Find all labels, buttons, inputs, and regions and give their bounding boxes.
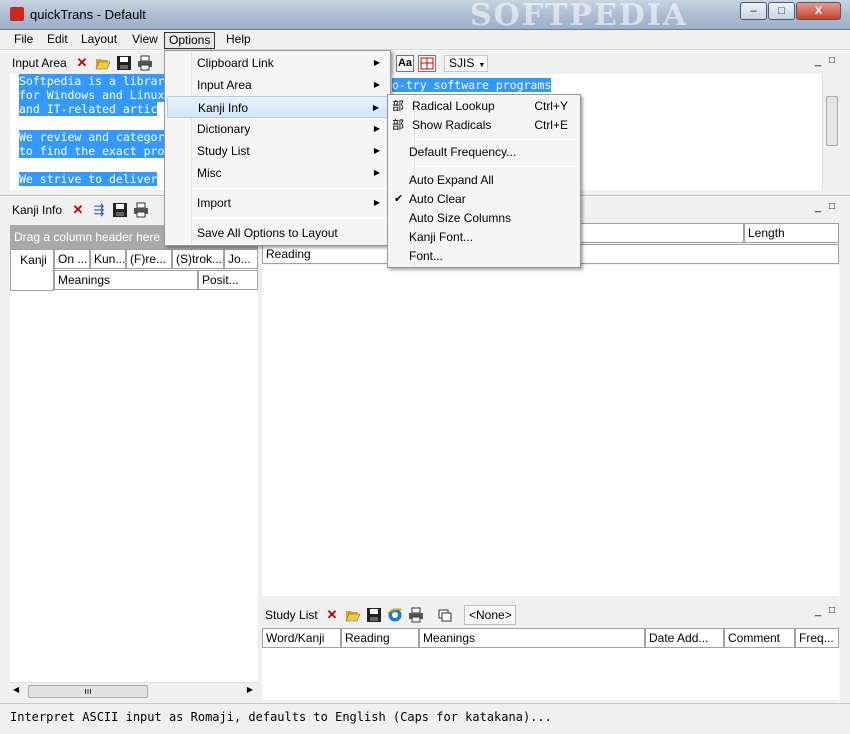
panel-maximize-icon[interactable]: □ — [829, 55, 835, 66]
menu-item-misc[interactable]: Misc ▶ — [167, 162, 388, 184]
kanji-info-label: Kanji Info — [12, 203, 63, 217]
menu-item-kanji-info[interactable]: Kanji Info ▶ — [167, 96, 388, 118]
menu-separator — [416, 139, 576, 140]
panel-maximize-icon[interactable]: □ — [829, 201, 835, 212]
menu-separator — [416, 166, 576, 167]
menu-bar: File Edit Layout View Options Help — [0, 30, 850, 50]
column-reading[interactable]: Reading — [341, 628, 419, 648]
window-title: quickTrans - Default — [30, 7, 146, 22]
study-list-grid[interactable] — [262, 648, 839, 700]
radical-lookup-icon: 部 — [392, 99, 405, 113]
study-list-label: Study List — [265, 608, 318, 622]
column-frequency[interactable]: Freq... — [795, 628, 839, 648]
input-scrollbar[interactable] — [822, 74, 840, 190]
softpedia-watermark: SOFTPEDIA — [470, 0, 689, 33]
save-icon[interactable] — [112, 202, 128, 218]
clear-icon[interactable]: ✕ — [70, 202, 86, 218]
menu-file[interactable]: File — [10, 32, 37, 49]
column-on[interactable]: On ... — [54, 249, 90, 269]
show-radicals-icon: 部 — [392, 118, 405, 132]
font-button[interactable]: Aa — [396, 55, 414, 72]
print-icon[interactable] — [408, 607, 424, 623]
column-kun[interactable]: Kun... — [90, 249, 126, 269]
folder-open-icon[interactable] — [345, 607, 361, 623]
folder-open-icon[interactable] — [95, 55, 111, 71]
dictionary-grid[interactable] — [262, 265, 839, 596]
panel-minimize-icon[interactable]: _ — [815, 55, 821, 67]
panel-minimize-icon[interactable]: _ — [815, 201, 821, 213]
menu-item-input-area[interactable]: Input Area ▶ — [167, 74, 388, 96]
save-icon[interactable] — [116, 55, 132, 71]
menu-view[interactable]: View — [128, 32, 162, 49]
menu-item-clipboard-link[interactable]: Clipboard Link ▶ — [167, 52, 388, 74]
minimize-button[interactable]: – — [740, 2, 767, 20]
menu-item-save-all-options[interactable]: Save All Options to Layout — [167, 222, 388, 244]
ie-icon[interactable] — [387, 607, 403, 623]
menu-separator — [193, 218, 388, 219]
clear-icon[interactable]: ✕ — [74, 55, 90, 71]
menu-item-default-frequency[interactable]: Default Frequency... — [390, 141, 578, 163]
menu-separator — [193, 188, 388, 189]
input-text-fragment: o-try software programs — [392, 78, 552, 92]
menu-item-dictionary[interactable]: Dictionary ▶ — [167, 118, 388, 140]
kanji-info-submenu: 部 Radical Lookup Ctrl+Y 部 Show Radicals Ct… — [387, 94, 581, 268]
column-comment[interactable]: Comment — [724, 628, 795, 648]
kanji-info-grid[interactable] — [10, 291, 258, 682]
options-menu: Clipboard Link ▶ Input Area ▶ Kanji Info ▶ … — [164, 50, 391, 246]
copy-icon[interactable] — [437, 607, 453, 623]
column-meanings[interactable]: Meanings — [54, 270, 198, 290]
column-strokes[interactable]: (S)trok... — [172, 249, 224, 269]
column-frequency[interactable]: (F)re... — [126, 249, 172, 269]
scroll-thumb[interactable] — [826, 96, 838, 146]
close-button[interactable]: X — [796, 2, 841, 20]
menu-edit[interactable]: Edit — [43, 32, 72, 49]
encoding-select[interactable]: SJIS ▼ — [444, 55, 488, 72]
export-icon[interactable]: ⇶ — [91, 202, 107, 218]
clear-icon[interactable]: ✕ — [324, 607, 340, 623]
panel-maximize-icon[interactable]: □ — [829, 605, 835, 616]
title-bar: SOFTPEDIA quickTrans - Default – □ X — [0, 0, 850, 33]
print-icon[interactable] — [137, 55, 153, 71]
column-word-kanji[interactable]: Word/Kanji — [262, 628, 341, 648]
menu-layout[interactable]: Layout — [77, 32, 121, 49]
app-icon — [10, 7, 24, 21]
column-length[interactable]: Length — [744, 223, 839, 243]
panel-minimize-icon[interactable]: _ — [815, 605, 821, 617]
maximize-button[interactable]: □ — [768, 2, 795, 20]
menu-item-show-radicals[interactable]: 部 Show Radicals Ctrl+E — [390, 114, 578, 136]
menu-item-study-list[interactable]: Study List ▶ — [167, 140, 388, 162]
menu-options[interactable]: Options — [164, 32, 216, 49]
column-kanji[interactable]: Kanji — [10, 249, 54, 291]
print-icon[interactable] — [133, 202, 149, 218]
kanji-table-icon[interactable] — [418, 55, 436, 72]
menu-help[interactable]: Help — [222, 32, 255, 49]
column-meanings[interactable]: Meanings — [419, 628, 645, 648]
column-date-added[interactable]: Date Add... — [645, 628, 724, 648]
input-area-label: Input Area — [12, 56, 67, 70]
kanji-hscrollbar[interactable]: ◀ ııı ▶ — [10, 682, 258, 700]
status-text: Interpret ASCII input as Romaji, default… — [10, 710, 552, 724]
status-bar: Interpret ASCII input as Romaji, default… — [0, 703, 850, 734]
save-icon[interactable] — [366, 607, 382, 623]
scroll-thumb[interactable]: ııı — [28, 685, 148, 698]
encoding-value: SJIS — [449, 56, 475, 70]
study-list-combo[interactable]: <None> — [464, 605, 516, 625]
column-jouyou[interactable]: Jo... — [224, 249, 258, 269]
menu-item-font[interactable]: Font... — [390, 245, 578, 267]
column-position[interactable]: Posit... — [198, 270, 258, 290]
menu-item-import[interactable]: Import ▶ — [167, 192, 388, 214]
